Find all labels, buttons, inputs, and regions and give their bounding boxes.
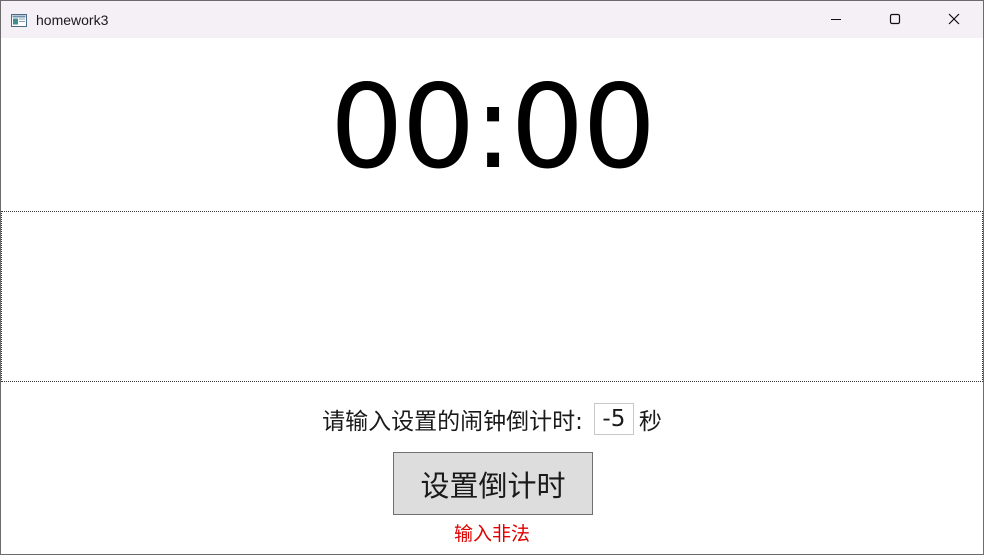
maximize-button[interactable]	[866, 1, 924, 38]
app-window: homework3 00:00 请输入设置的闹钟倒计时: -5 秒 设置倒计时 …	[0, 0, 984, 555]
minimize-button[interactable]	[807, 1, 865, 38]
countdown-display: 00:00	[329, 60, 656, 195]
unit-label: 秒	[638, 409, 662, 435]
app-icon	[11, 12, 27, 27]
minimize-icon	[830, 10, 842, 29]
maximize-icon	[889, 10, 901, 29]
set-countdown-button[interactable]: 设置倒计时	[393, 452, 593, 515]
close-icon	[948, 10, 960, 29]
seconds-input[interactable]	[593, 403, 634, 435]
title-bar[interactable]: homework3	[1, 1, 983, 38]
prompt-label: 请输入设置的闹钟倒计时:	[322, 409, 583, 435]
window-title: homework3	[36, 12, 109, 28]
close-button[interactable]	[925, 1, 983, 38]
focus-panel	[1, 211, 983, 382]
countdown-input-row: 请输入设置的闹钟倒计时: 秒	[1, 399, 983, 439]
error-message: 输入非法	[453, 523, 530, 545]
